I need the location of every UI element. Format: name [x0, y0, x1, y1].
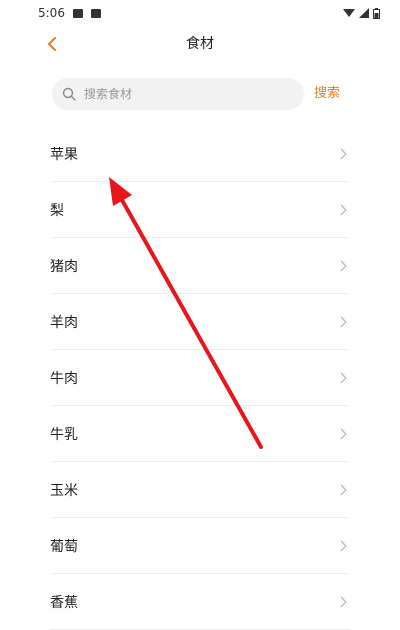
- chevron-right-icon: [340, 316, 347, 327]
- search-box[interactable]: [52, 78, 304, 110]
- wifi-icon: [343, 9, 355, 17]
- food-item-label: 葡萄: [50, 538, 78, 555]
- search-button[interactable]: 搜索: [314, 78, 340, 110]
- food-item-beef[interactable]: 牛肉: [50, 350, 350, 406]
- chevron-right-icon: [340, 540, 347, 551]
- food-item-grape[interactable]: 葡萄: [50, 518, 350, 574]
- food-item-label: 羊肉: [50, 314, 78, 331]
- nav-bar: 食材: [0, 26, 400, 62]
- food-item-pork[interactable]: 猪肉: [50, 238, 350, 294]
- search-input[interactable]: [82, 86, 286, 102]
- battery-icon: [373, 7, 380, 19]
- food-item-label: 梨: [50, 202, 64, 219]
- chevron-right-icon: [340, 596, 347, 607]
- app-notification-icon: [90, 8, 101, 18]
- search-row: 搜索: [52, 78, 352, 110]
- chevron-right-icon: [340, 372, 347, 383]
- food-item-label: 猪肉: [50, 258, 78, 275]
- chevron-right-icon: [340, 428, 347, 439]
- food-item-label: 牛乳: [50, 426, 78, 443]
- signal-icon: [359, 8, 369, 18]
- chevron-right-icon: [340, 260, 347, 271]
- food-item-label: 苹果: [50, 146, 78, 163]
- status-right: [343, 7, 380, 19]
- food-item-corn[interactable]: 玉米: [50, 462, 350, 518]
- food-item-pear[interactable]: 梨: [50, 182, 350, 238]
- status-left: 5:06: [38, 6, 101, 20]
- food-list: 苹果 梨 猪肉 羊肉 牛肉 牛乳 玉米 葡萄 香蕉: [50, 126, 350, 630]
- search-icon: [62, 87, 76, 101]
- status-bar: 5:06: [0, 0, 400, 26]
- page-title: 食材: [186, 36, 214, 52]
- food-item-banana[interactable]: 香蕉: [50, 574, 350, 630]
- food-item-label: 香蕉: [50, 594, 78, 611]
- food-item-label: 玉米: [50, 482, 78, 499]
- food-item-lamb[interactable]: 羊肉: [50, 294, 350, 350]
- food-item-apple[interactable]: 苹果: [50, 126, 350, 182]
- chevron-right-icon: [340, 484, 347, 495]
- food-item-milk[interactable]: 牛乳: [50, 406, 350, 462]
- food-item-label: 牛肉: [50, 370, 78, 387]
- gallery-notification-icon: [72, 8, 83, 18]
- chevron-right-icon: [340, 204, 347, 215]
- status-time: 5:06: [38, 6, 65, 20]
- chevron-right-icon: [340, 148, 347, 159]
